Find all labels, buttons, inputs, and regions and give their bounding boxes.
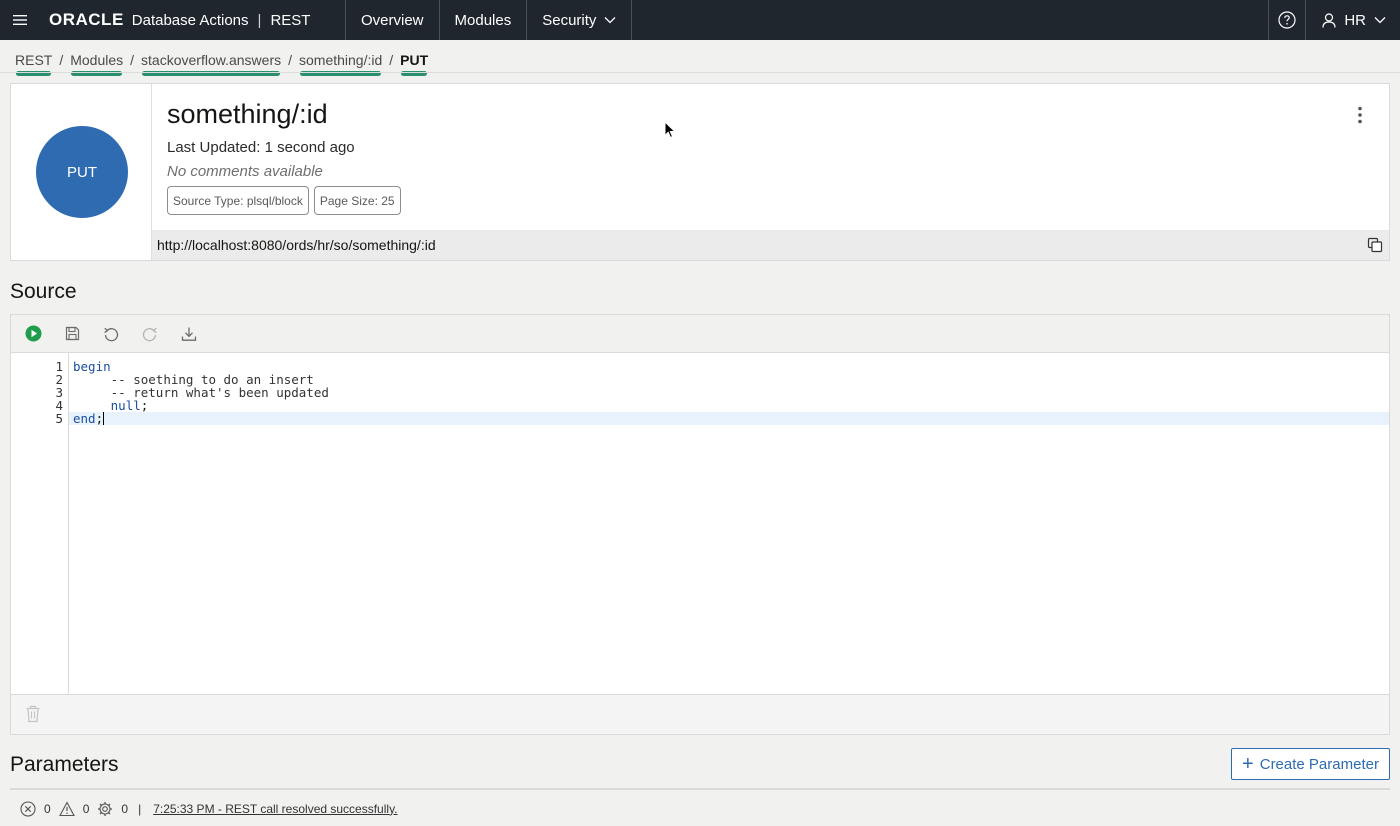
handler-url[interactable]: http://localhost:8080/ords/hr/so/somethi… bbox=[157, 237, 436, 253]
breadcrumb-separator: / bbox=[288, 52, 292, 68]
code-text: ; bbox=[140, 398, 149, 413]
comments: No comments available bbox=[167, 163, 323, 180]
nav-security[interactable]: Security bbox=[526, 0, 633, 40]
page-size-chip: Page Size: 25 bbox=[313, 186, 401, 215]
chevron-down-icon bbox=[1374, 17, 1386, 24]
chevron-down-icon bbox=[604, 17, 616, 24]
nav-overview-label: Overview bbox=[361, 11, 424, 29]
last-updated: Last Updated: 1 second ago bbox=[167, 139, 355, 156]
breadcrumb-template[interactable]: something/:id bbox=[299, 52, 382, 76]
help-button[interactable] bbox=[1268, 0, 1307, 40]
download-button[interactable] bbox=[180, 325, 198, 343]
plus-icon: + bbox=[1242, 753, 1254, 775]
warnings-indicator[interactable]: 0 bbox=[58, 800, 90, 817]
tasks-indicator[interactable]: 0 bbox=[97, 801, 128, 817]
hamburger-icon bbox=[13, 15, 27, 25]
user-icon bbox=[1322, 12, 1336, 28]
top-header: ORACLE Database Actions | REST Overview … bbox=[0, 0, 1400, 40]
section-name: REST bbox=[270, 11, 311, 29]
handler-card: PUT something/:id Last Updated: 1 second… bbox=[10, 83, 1390, 261]
code-line: -- return what's been updated bbox=[69, 386, 1389, 399]
redo-button[interactable] bbox=[141, 325, 159, 343]
oracle-logo: ORACLE bbox=[49, 10, 124, 29]
breadcrumb: REST / Modules / stackoverflow.answers /… bbox=[15, 48, 428, 76]
help-icon bbox=[1278, 11, 1296, 29]
nav-modules[interactable]: Modules bbox=[438, 0, 527, 40]
nav-security-label: Security bbox=[542, 11, 597, 29]
status-message[interactable]: 7:25:33 PM - REST call resolved successf… bbox=[153, 802, 397, 816]
breadcrumb-handler[interactable]: PUT bbox=[400, 52, 428, 76]
breadcrumb-separator: / bbox=[389, 52, 394, 68]
method-panel: PUT bbox=[11, 84, 152, 260]
create-parameter-label: Create Parameter bbox=[1259, 755, 1379, 773]
tasks-count: 0 bbox=[121, 801, 129, 816]
nav-modules-label: Modules bbox=[454, 11, 512, 29]
breadcrumb-separator: / bbox=[130, 52, 135, 68]
code-line: null; bbox=[69, 399, 1389, 412]
error-icon bbox=[20, 800, 36, 817]
editor-toolbar bbox=[10, 314, 1390, 352]
status-bar: 0 0 0 | 7:25:33 PM - REST call resolved … bbox=[0, 791, 1400, 826]
breadcrumb-rest[interactable]: REST bbox=[15, 52, 52, 76]
warnings-count: 0 bbox=[82, 801, 90, 816]
handler-title: something/:id bbox=[167, 99, 328, 129]
editor-footer bbox=[10, 695, 1390, 735]
gear-icon bbox=[98, 801, 113, 816]
product-name: Database Actions bbox=[131, 11, 249, 29]
undo-icon bbox=[104, 327, 119, 341]
brand[interactable]: ORACLE Database Actions | REST bbox=[40, 0, 310, 40]
save-button[interactable] bbox=[63, 325, 81, 343]
user-menu-button[interactable]: HR bbox=[1306, 0, 1400, 40]
undo-button[interactable] bbox=[102, 325, 120, 343]
trash-icon[interactable] bbox=[25, 705, 41, 723]
code-text: ; bbox=[95, 411, 104, 426]
save-icon bbox=[65, 326, 79, 341]
code-keyword: end bbox=[73, 411, 96, 426]
more-actions-button[interactable] bbox=[1351, 104, 1369, 126]
source-heading: Source bbox=[10, 280, 77, 303]
line-number: 5 bbox=[55, 411, 63, 426]
run-icon bbox=[25, 325, 41, 342]
code-line-active: end; bbox=[69, 412, 1389, 425]
warning-icon bbox=[58, 800, 75, 816]
run-button[interactable] bbox=[24, 325, 42, 343]
line-number-gutter: 1 2 3 4 5 bbox=[11, 353, 69, 694]
code-editor[interactable]: 1 2 3 4 5 begin -- soething to do an ins… bbox=[10, 352, 1390, 695]
parameters-divider bbox=[10, 788, 1390, 790]
code-area[interactable]: begin -- soething to do an insert -- ret… bbox=[69, 353, 1389, 694]
parameters-heading: Parameters bbox=[10, 753, 119, 776]
breadcrumb-module[interactable]: stackoverflow.answers bbox=[141, 52, 281, 76]
url-bar: http://localhost:8080/ords/hr/so/somethi… bbox=[152, 230, 1389, 260]
code-keyword: null bbox=[110, 398, 141, 413]
download-icon bbox=[181, 327, 197, 341]
handler-chips: Source Type: plsql/block Page Size: 25 bbox=[167, 186, 406, 215]
redo-icon bbox=[142, 327, 157, 341]
header-actions: HR bbox=[1268, 0, 1400, 40]
kebab-icon bbox=[1358, 106, 1362, 124]
errors-indicator[interactable]: 0 bbox=[20, 800, 51, 817]
breadcrumb-modules[interactable]: Modules bbox=[70, 52, 123, 76]
method-badge: PUT bbox=[36, 126, 128, 218]
errors-count: 0 bbox=[44, 801, 51, 816]
breadcrumb-divider bbox=[0, 72, 1400, 73]
brand-separator: | bbox=[257, 11, 262, 29]
copy-icon[interactable] bbox=[1367, 237, 1383, 253]
status-separator: | bbox=[138, 801, 142, 816]
main-nav: Overview Modules Security bbox=[345, 0, 633, 40]
create-parameter-button[interactable]: + Create Parameter bbox=[1231, 748, 1390, 780]
user-name: HR bbox=[1344, 11, 1366, 29]
hamburger-menu-button[interactable] bbox=[0, 0, 40, 40]
nav-overview[interactable]: Overview bbox=[345, 0, 439, 40]
text-caret bbox=[103, 412, 105, 425]
source-type-chip: Source Type: plsql/block bbox=[167, 186, 309, 215]
breadcrumb-separator: / bbox=[59, 52, 64, 68]
method-label: PUT bbox=[67, 163, 97, 181]
